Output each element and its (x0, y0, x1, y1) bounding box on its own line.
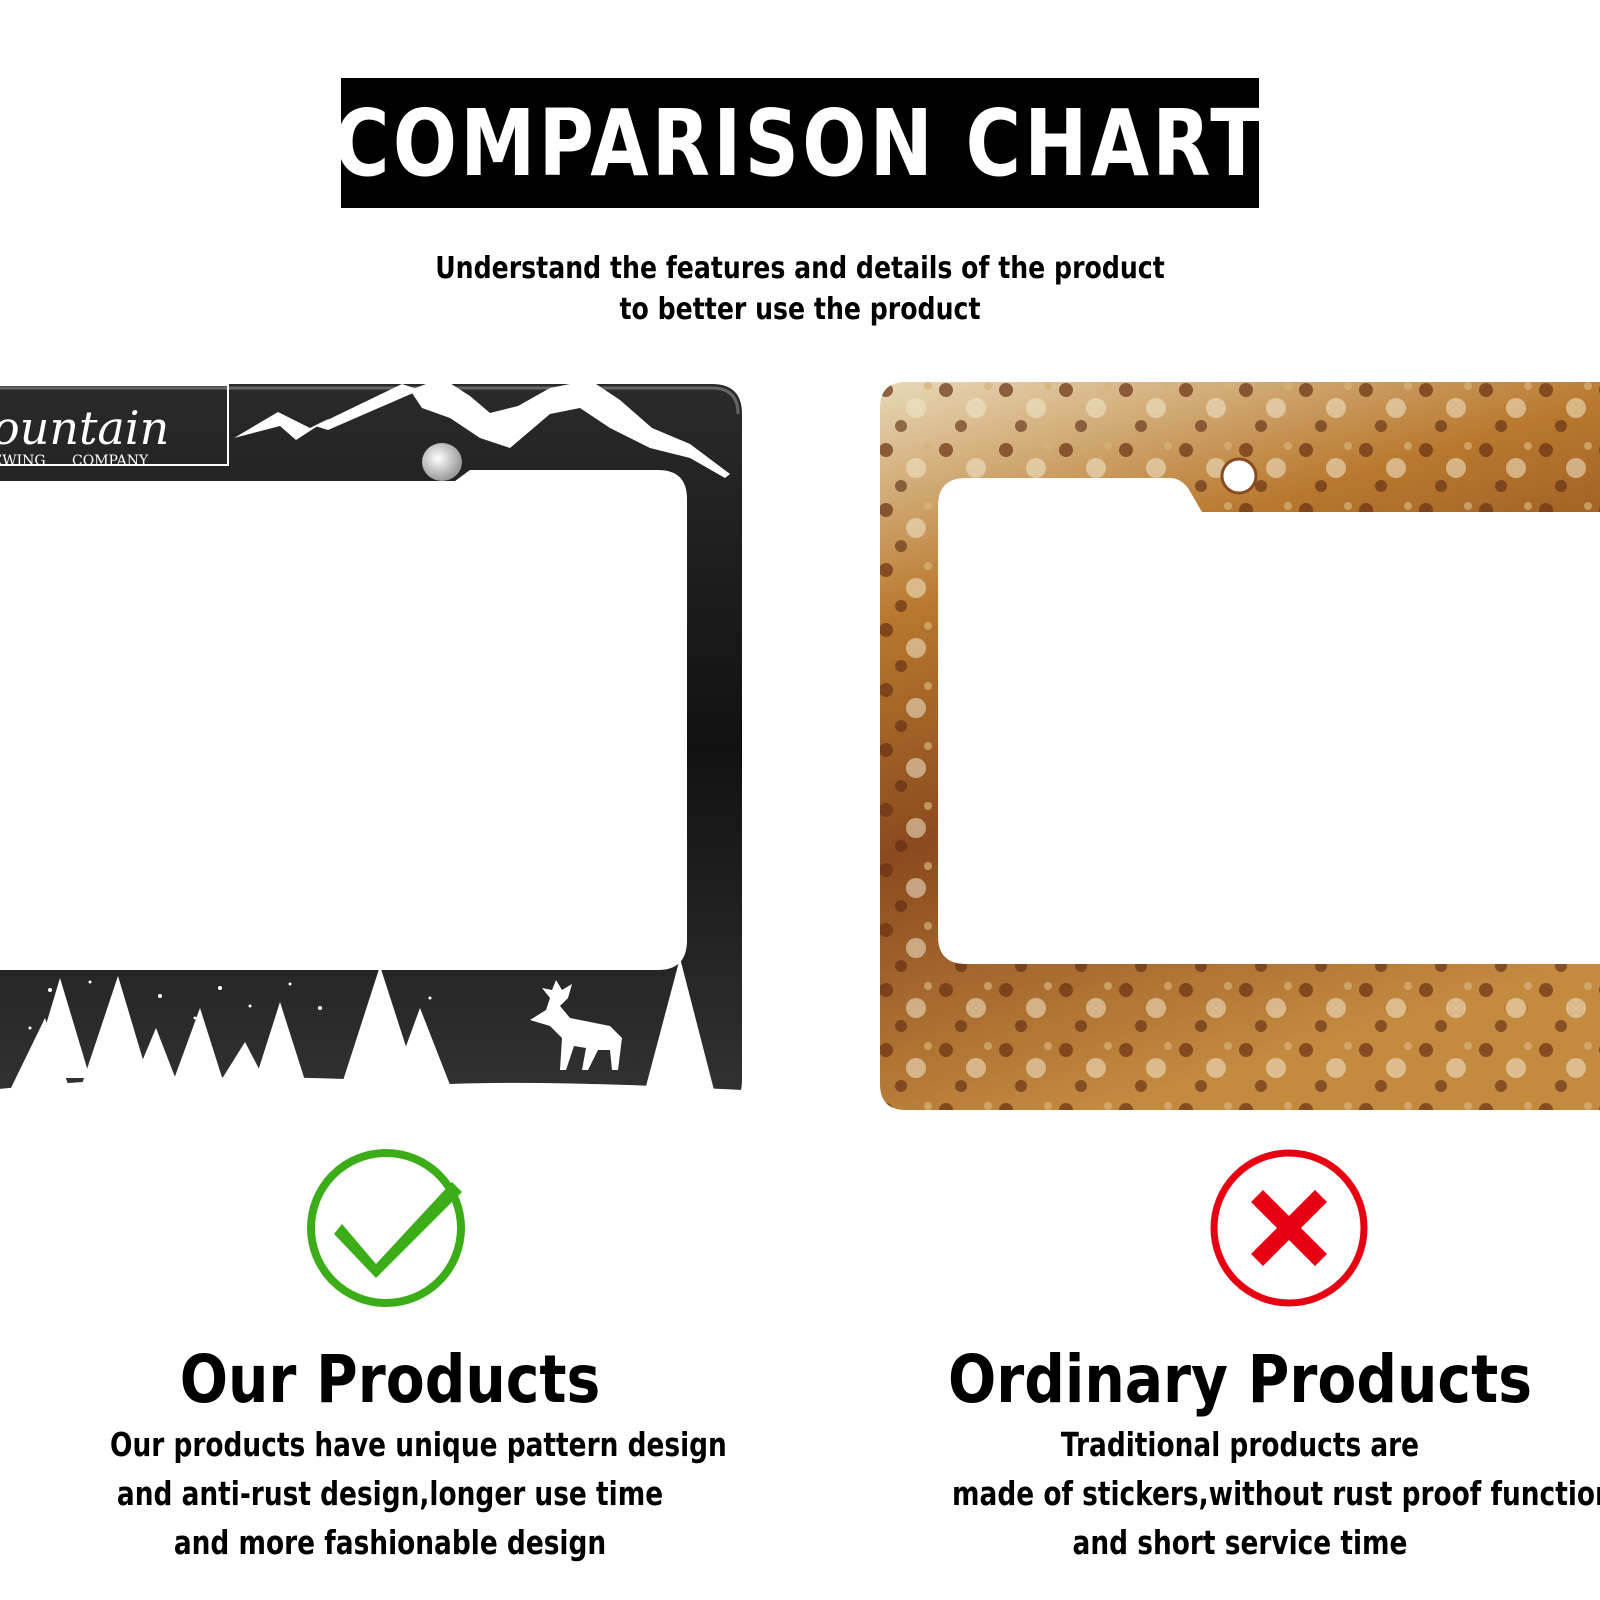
check-icon-graphic (307, 1149, 465, 1307)
subtitle-line-1: Understand the features and details of t… (435, 251, 1165, 286)
logo-subtext-2: COMPANY (72, 453, 149, 469)
our-products-section: Our Products Our products have unique pa… (40, 1340, 740, 1567)
ordinary-products-description: Traditional products are made of sticker… (880, 1420, 1600, 1567)
our-products-heading: Our Products (179, 1341, 601, 1418)
our-products-line-2: and anti-rust design,longer use time (116, 1474, 664, 1513)
logo-subtext-1: EWING (0, 453, 46, 469)
check-circle (307, 1149, 465, 1307)
ordinary-products-line-1: Traditional products are (1060, 1425, 1420, 1464)
our-products-line-3: and more fashionable design (173, 1523, 607, 1562)
our-products-description: Our products have unique pattern design … (40, 1420, 740, 1567)
subtitle-line-2: to better use the product (619, 292, 981, 327)
black-frame-illustration: ountain EWING COMPANY (0, 378, 742, 1110)
subtitle: Understand the features and details of t… (0, 248, 1600, 330)
ordinary-products-heading: Ordinary Products (948, 1341, 1532, 1418)
ordinary-products-line-2: made of stickers,without rust proof func… (952, 1474, 1600, 1513)
x-circle-icon (1207, 1146, 1371, 1310)
x-icon-graphic (1210, 1149, 1368, 1307)
check-mark (334, 1182, 462, 1278)
our-products-line-1: Our products have unique pattern design (110, 1425, 727, 1464)
screw-hole (422, 443, 462, 481)
ordinary-product-frame-image (876, 378, 1600, 1116)
page-title: COMPARISON CHART (334, 89, 1266, 197)
ordinary-products-line-3: and short service time (1072, 1523, 1408, 1562)
ordinary-products-section: Ordinary Products Traditional products a… (880, 1340, 1600, 1567)
rusted-frame-illustration (880, 382, 1600, 1110)
our-product-frame-image: ountain EWING COMPANY (0, 378, 750, 1116)
screw-hole (1220, 457, 1258, 495)
title-banner: COMPARISON CHART (335, 78, 1262, 208)
logo-text: ountain (0, 401, 169, 455)
x-mark (1251, 1190, 1327, 1266)
check-circle-icon (304, 1146, 468, 1310)
